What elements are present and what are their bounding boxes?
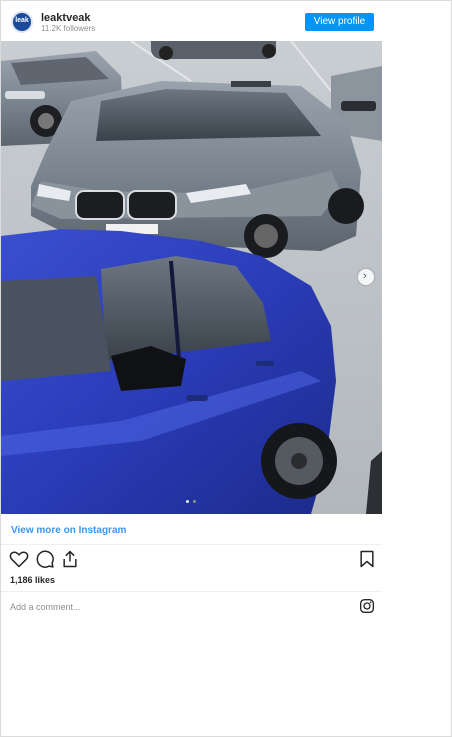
divider <box>1 591 382 592</box>
view-more-link[interactable]: View more on Instagram <box>11 525 126 536</box>
avatar-logo-text: leak <box>15 17 29 24</box>
car-photo <box>1 41 382 514</box>
follower-count: 11.2K followers <box>41 24 96 33</box>
share-icon[interactable] <box>60 549 80 569</box>
add-comment-input[interactable]: Add a comment... <box>10 602 81 612</box>
carousel-dot <box>193 500 196 503</box>
carousel-indicator <box>186 500 200 504</box>
chevron-right-icon: › <box>363 270 367 282</box>
avatar[interactable]: leak <box>11 11 33 33</box>
view-profile-button[interactable]: View profile <box>305 13 374 31</box>
embed-frame: leak leaktveak 11.2K followers View prof… <box>0 0 452 737</box>
comment-icon[interactable] <box>35 549 55 569</box>
post-header: leak leaktveak 11.2K followers View prof… <box>1 1 382 41</box>
post-actions <box>1 549 382 571</box>
username[interactable]: leaktveak <box>41 12 91 24</box>
post-image[interactable] <box>1 41 382 514</box>
next-slide-button[interactable]: › <box>358 269 374 285</box>
like-count[interactable]: 1,186 likes <box>10 575 55 585</box>
carousel-dot-active <box>186 500 189 503</box>
divider <box>1 544 382 545</box>
bookmark-icon[interactable] <box>357 549 377 569</box>
instagram-icon[interactable] <box>359 598 375 614</box>
heart-icon[interactable] <box>9 549 29 569</box>
